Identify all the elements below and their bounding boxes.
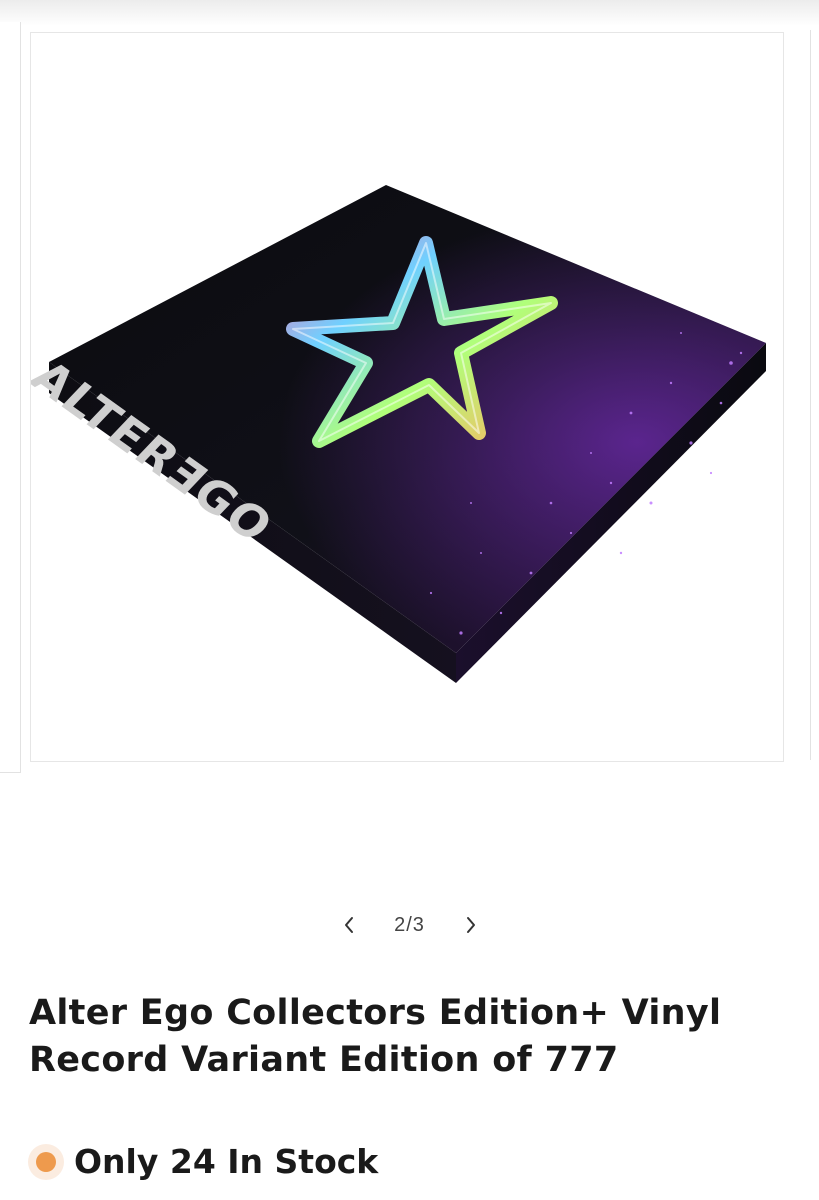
next-slide-button[interactable] xyxy=(451,905,491,945)
chevron-right-icon xyxy=(466,917,475,933)
previous-slide-peek[interactable] xyxy=(0,22,21,773)
stock-dot-icon xyxy=(36,1151,56,1172)
product-image[interactable]: ALTERƎGO xyxy=(31,33,783,761)
next-slide-peek[interactable] xyxy=(810,30,819,760)
chevron-left-icon xyxy=(344,917,353,933)
slider-controls: 2/3 xyxy=(0,905,819,945)
previous-slide-button[interactable] xyxy=(329,905,369,945)
product-title: Alter Ego Collectors Edition+ Vinyl Reco… xyxy=(29,993,722,1080)
top-shadow xyxy=(0,0,819,26)
slide-counter: 2/3 xyxy=(394,913,425,936)
stock-indicator: Only 24 In Stock xyxy=(28,1142,378,1181)
stock-status-dot xyxy=(28,1143,64,1180)
stock-text: Only 24 In Stock xyxy=(74,1142,379,1181)
product-media-frame[interactable]: ALTERƎGO xyxy=(30,32,784,762)
